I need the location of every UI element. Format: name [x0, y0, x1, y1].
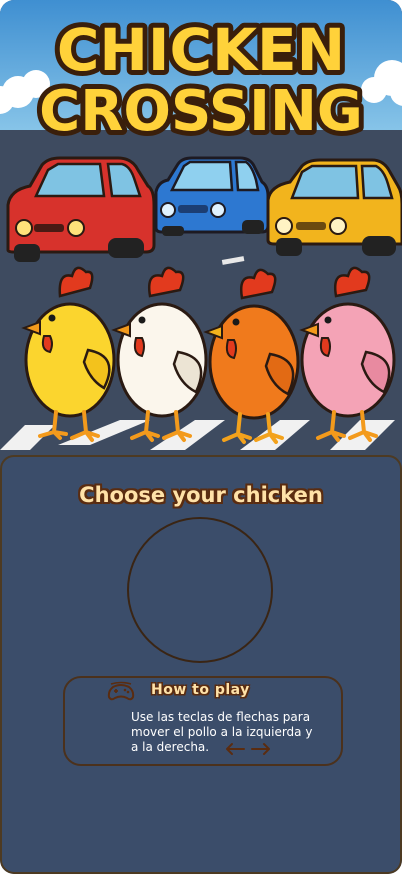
- gamepad-icon: [107, 681, 135, 701]
- hero-banner: CHICKEN CROSSING: [0, 0, 402, 460]
- how-to-play-box: How to play Use las teclas de flechas pa…: [63, 676, 343, 766]
- game-screen: CHICKEN CROSSING Choose your chicken How…: [0, 0, 402, 874]
- blue-car: [154, 156, 270, 236]
- chicken-select-panel: Choose your chicken How to play Use las …: [0, 455, 402, 874]
- game-title: CHICKEN CROSSING: [34, 11, 368, 149]
- chicken-preview-slot[interactable]: [127, 517, 273, 663]
- arrow-right-icon: [251, 743, 270, 755]
- how-to-play-title: How to play: [151, 682, 250, 698]
- title-line-1: CHICKEN: [57, 16, 345, 84]
- arrow-left-icon: [226, 743, 245, 755]
- choose-chicken-title: Choose your chicken: [79, 483, 323, 507]
- title-line-2: CROSSING: [39, 79, 363, 144]
